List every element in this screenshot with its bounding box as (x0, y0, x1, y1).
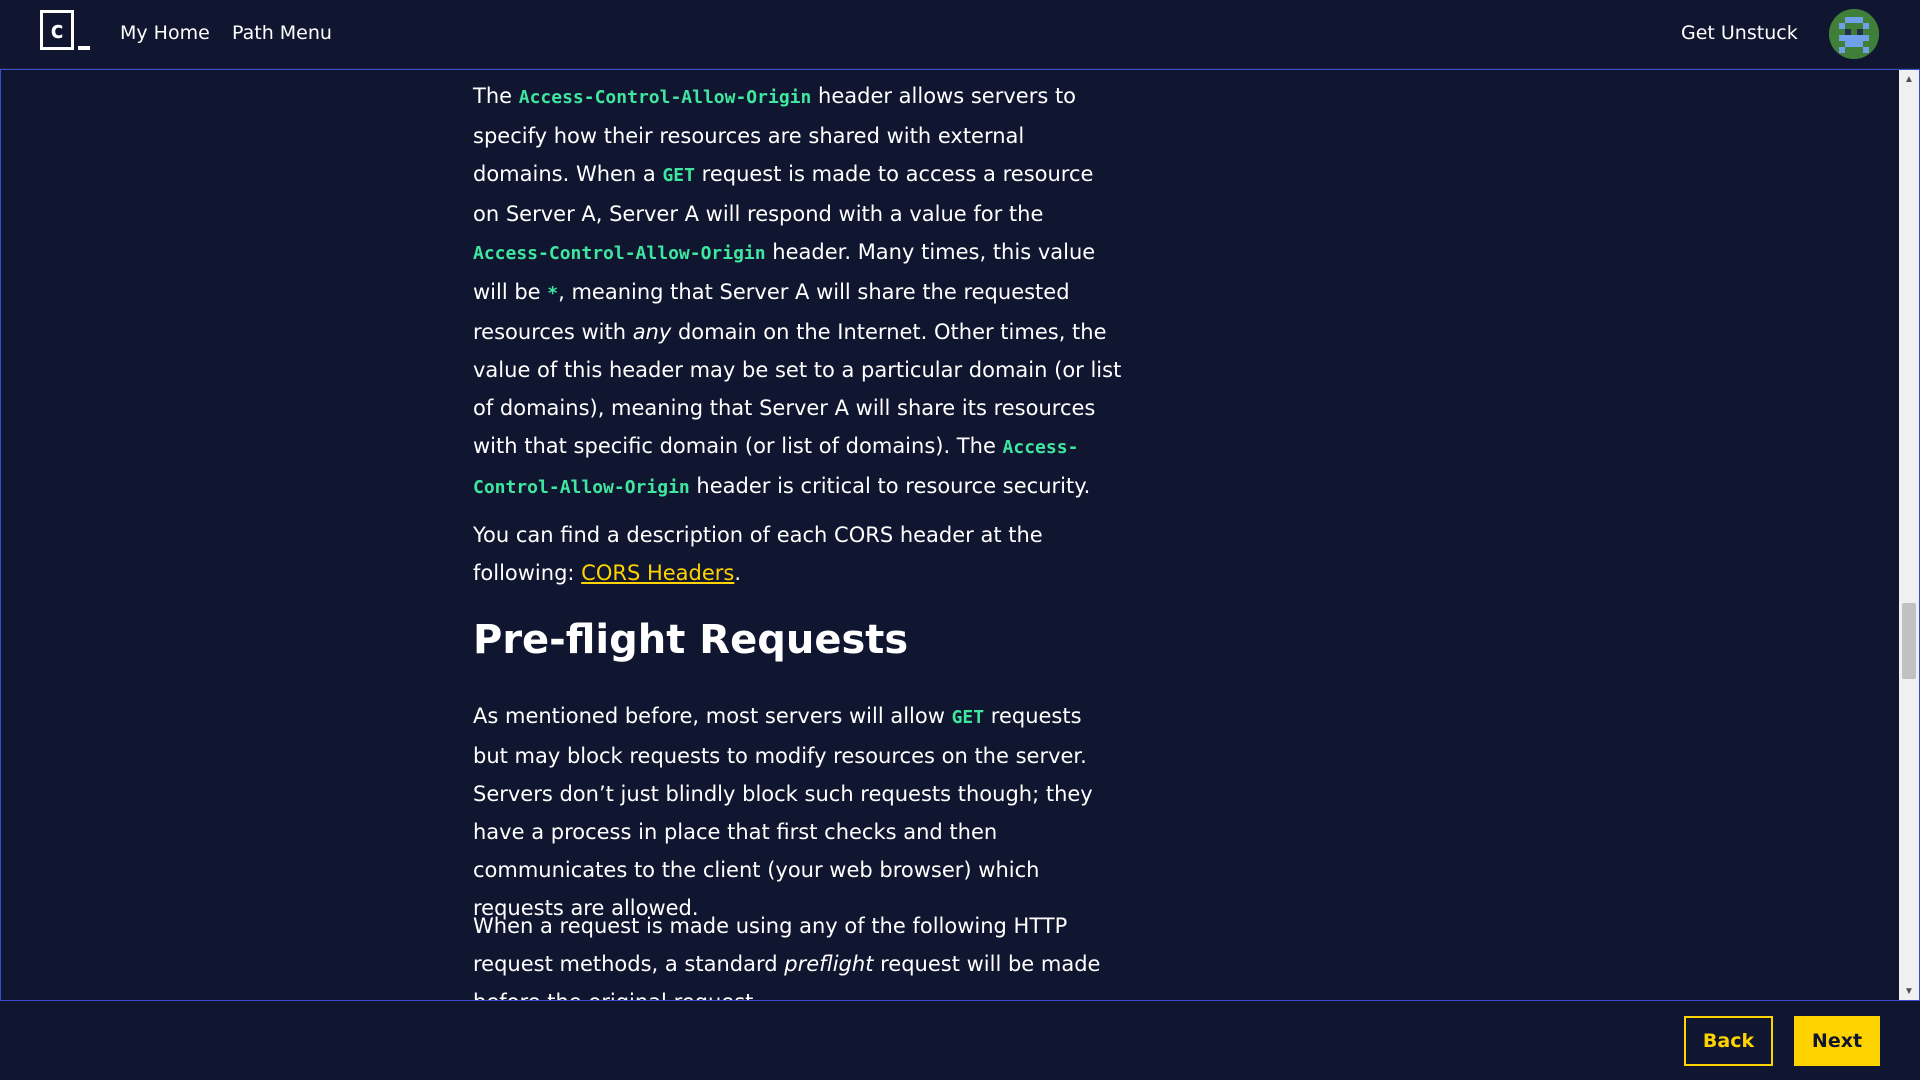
paragraph-preflight-methods: When a request is made using any of the … (473, 907, 1123, 1000)
bottom-nav-bar: Back Next (0, 1001, 1920, 1080)
top-nav-bar: c My Home Path Menu Get Unstuck (0, 0, 1920, 69)
lesson-content-panel[interactable]: The Access-Control-Allow-Origin header a… (0, 69, 1920, 1001)
text: requests but may block requests to modif… (473, 704, 1093, 920)
scroll-up-arrow-icon[interactable]: ▲ (1899, 70, 1919, 88)
next-button[interactable]: Next (1794, 1016, 1880, 1066)
emphasis: preflight (784, 952, 874, 976)
code-inline: GET (662, 165, 695, 186)
code-inline: GET (951, 707, 985, 728)
emphasis: any (632, 320, 672, 344)
codecademy-logo-icon[interactable]: c (40, 10, 92, 52)
code-inline: * (547, 283, 559, 304)
text: As mentioned before, most servers will a… (473, 704, 952, 728)
cors-headers-link[interactable]: CORS Headers (581, 561, 734, 585)
nav-my-home[interactable]: My Home (120, 22, 210, 44)
paragraph-cors-headers: You can find a description of each CORS … (473, 516, 1123, 592)
text: You can find a description of each CORS … (473, 523, 1043, 585)
avatar-pixel-art (1829, 9, 1879, 59)
text: header is critical to resource security. (689, 474, 1091, 498)
paragraph-acao: The Access-Control-Allow-Origin header a… (473, 77, 1123, 507)
back-button[interactable]: Back (1684, 1016, 1773, 1066)
paragraph-preflight-intro: As mentioned before, most servers will a… (473, 697, 1123, 927)
scrollbar-thumb[interactable] (1902, 603, 1916, 679)
user-avatar-icon[interactable] (1829, 9, 1879, 59)
nav-path-menu[interactable]: Path Menu (232, 22, 332, 44)
section-heading: Pre-flight Requests (473, 617, 909, 663)
scroll-down-arrow-icon[interactable]: ▼ (1899, 982, 1919, 1000)
logo-underscore (78, 46, 90, 50)
logo-box: c (40, 10, 74, 50)
vertical-scrollbar[interactable]: ▲ ▼ (1899, 70, 1919, 1000)
text: The (473, 84, 519, 108)
nav-get-unstuck[interactable]: Get Unstuck (1681, 22, 1798, 44)
code-inline: Access-Control-Allow-Origin (518, 87, 812, 108)
code-inline: Access-Control-Allow-Origin (473, 243, 766, 264)
text: . (734, 561, 742, 585)
